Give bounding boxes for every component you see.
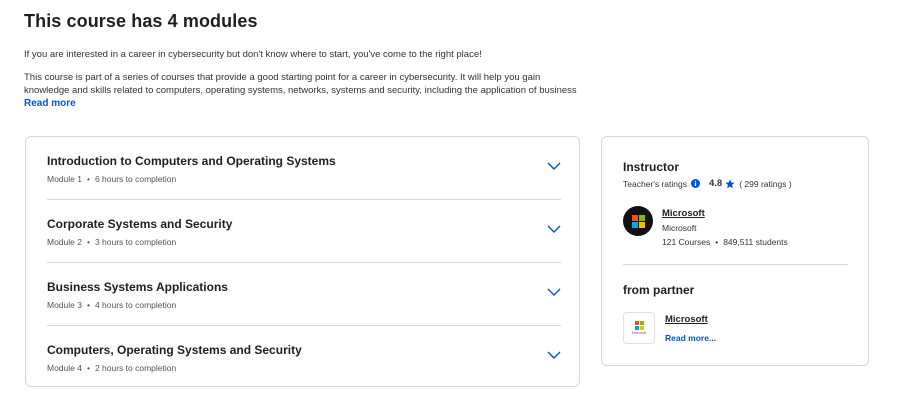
partner-read-more-link[interactable]: Read more... bbox=[665, 333, 716, 343]
instructor-card: Instructor Teacher's ratings 4.8 ( 299 r… bbox=[601, 136, 869, 366]
microsoft-logo bbox=[631, 214, 645, 228]
meta-separator: • bbox=[715, 237, 719, 247]
avatar[interactable] bbox=[623, 206, 653, 236]
meta-separator: • bbox=[86, 237, 90, 247]
instructor-heading: Instructor bbox=[623, 160, 680, 174]
module-item-2[interactable]: Corporate Systems and Security Module 2 •… bbox=[47, 200, 561, 263]
module-number: Module 3 bbox=[47, 300, 82, 310]
chevron-down-icon[interactable] bbox=[547, 224, 561, 234]
partner-logo[interactable]: Microsoft bbox=[623, 312, 655, 344]
module-meta: Module 1 • 6 hours to completion bbox=[47, 174, 176, 184]
partner-heading: from partner bbox=[623, 283, 695, 297]
instructor-stats: 121 Courses • 849,511 students bbox=[662, 237, 788, 247]
partner-name-link[interactable]: Microsoft bbox=[665, 314, 708, 325]
module-title: Business Systems Applications bbox=[47, 280, 228, 294]
ratings-label: Teacher's ratings bbox=[623, 178, 687, 189]
meta-separator: • bbox=[86, 300, 90, 310]
partner-logo-text: Microsoft bbox=[631, 331, 647, 335]
module-number: Module 4 bbox=[47, 363, 82, 373]
rating-value: 4.8 bbox=[709, 178, 723, 189]
modules-list: Introduction to Computers and Operating … bbox=[25, 136, 580, 387]
module-meta: Module 3 • 4 hours to completion bbox=[47, 300, 176, 310]
module-title: Computers, Operating Systems and Securit… bbox=[47, 343, 302, 357]
module-item-1[interactable]: Introduction to Computers and Operating … bbox=[47, 137, 561, 200]
module-duration: 3 hours to completion bbox=[94, 237, 177, 247]
teacher-ratings: Teacher's ratings 4.8 ( 299 ratings ) bbox=[623, 178, 792, 189]
module-duration: 2 hours to completion bbox=[94, 363, 177, 373]
module-number: Module 2 bbox=[47, 237, 82, 247]
courses-count: 121 Courses bbox=[662, 237, 711, 247]
divider bbox=[623, 264, 848, 265]
module-title: Corporate Systems and Security bbox=[47, 217, 233, 231]
module-item-3[interactable]: Business Systems Applications Module 3 • 4… bbox=[47, 263, 561, 326]
rating-count: ( 299 ratings ) bbox=[739, 178, 792, 189]
module-title: Introduction to Computers and Operating … bbox=[47, 154, 336, 168]
students-count: 849,511 students bbox=[723, 237, 788, 247]
microsoft-logo bbox=[634, 321, 644, 330]
meta-separator: • bbox=[86, 363, 90, 373]
module-meta: Module 2 • 3 hours to completion bbox=[47, 237, 176, 247]
page-title: This course has 4 modules bbox=[24, 11, 258, 31]
star-icon bbox=[725, 178, 735, 188]
module-duration: 6 hours to completion bbox=[94, 174, 177, 184]
module-duration: 4 hours to completion bbox=[94, 300, 177, 310]
chevron-down-icon[interactable] bbox=[547, 161, 561, 171]
read-more-link[interactable]: Read more bbox=[24, 98, 76, 109]
module-item-4[interactable]: Computers, Operating Systems and Securit… bbox=[47, 326, 561, 388]
module-meta: Module 4 • 2 hours to completion bbox=[47, 363, 176, 373]
description-paragraph-1: If you are interested in a career in cyb… bbox=[24, 49, 482, 60]
instructor-name-link[interactable]: Microsoft bbox=[662, 208, 705, 219]
instructor-org: Microsoft bbox=[662, 223, 697, 233]
chevron-down-icon[interactable] bbox=[547, 287, 561, 297]
info-icon[interactable] bbox=[691, 179, 700, 188]
module-number: Module 1 bbox=[47, 174, 82, 184]
course-description: If you are interested in a career in cyb… bbox=[24, 48, 584, 99]
description-paragraph-2: This course is part of a series of cours… bbox=[24, 72, 577, 99]
meta-separator: • bbox=[86, 174, 90, 184]
chevron-down-icon[interactable] bbox=[547, 350, 561, 360]
